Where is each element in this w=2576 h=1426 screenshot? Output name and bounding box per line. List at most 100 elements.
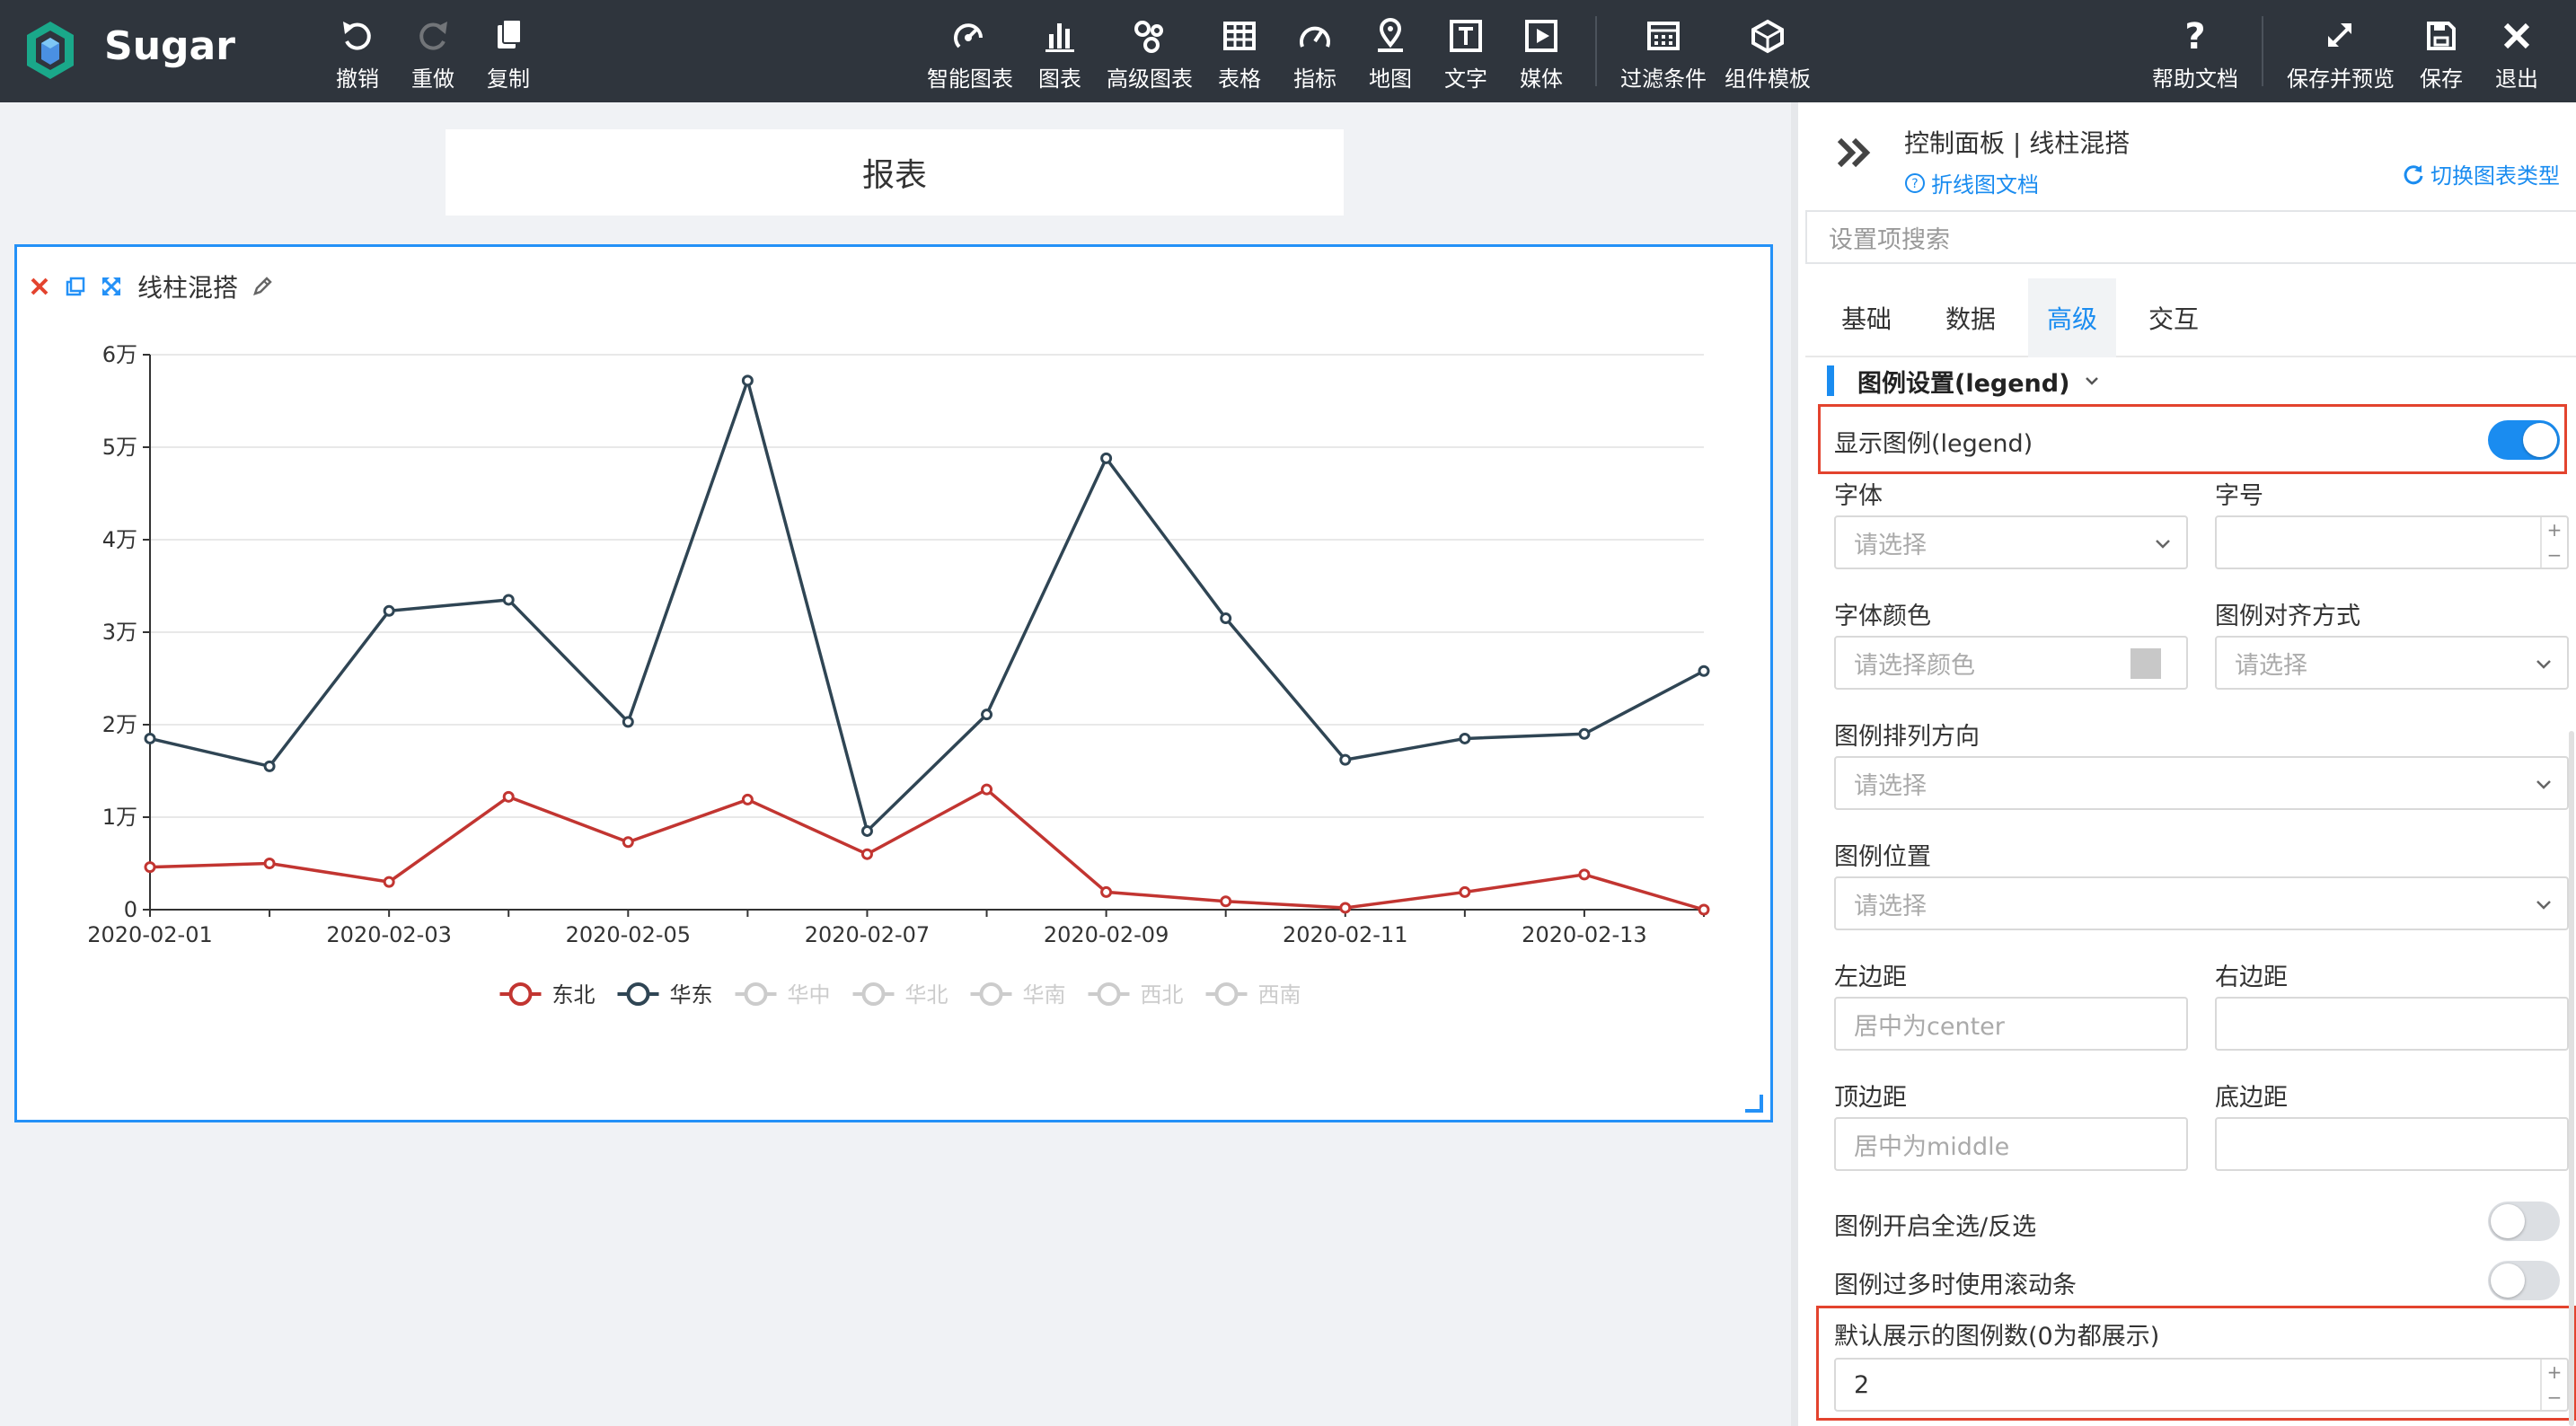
tab-advanced[interactable]: 高级 (2028, 278, 2116, 357)
top-toolbar: Sugar 撤销 重做 复制 智能图表 图表 高级图表 表格 指标 地图 文字 (0, 0, 2576, 102)
advanced-chart-button[interactable]: 高级图表 (1107, 16, 1193, 92)
media-button[interactable]: 媒体 (1520, 16, 1563, 92)
resize-handle[interactable] (1745, 1095, 1763, 1113)
data-point (1459, 885, 1471, 898)
help-icon: ? (2184, 16, 2205, 56)
copy-icon (498, 19, 522, 48)
copy-button[interactable]: 复制 (487, 16, 530, 92)
text-label: 文字 (1444, 66, 1487, 92)
font-label: 字体 (1834, 482, 1883, 510)
legend-item[interactable]: 华北 (905, 982, 948, 1008)
data-point (383, 876, 395, 888)
x-tick-label: 2020-02-01 (87, 922, 212, 947)
map-button[interactable]: 地图 (1369, 16, 1412, 92)
font-color-picker[interactable]: 请选择颜色 (1834, 636, 2188, 690)
font-select[interactable]: 请选择 (1834, 515, 2188, 569)
data-point (1220, 612, 1232, 625)
report-canvas: 报表 0 1万 2万 3万 4万 5万 6万 2020-02-01 2020-02-03 2020… (0, 102, 1791, 1426)
right-margin-input[interactable] (2215, 997, 2569, 1051)
legend-position-label: 图例位置 (1834, 843, 1931, 871)
redo-label: 重做 (411, 66, 454, 92)
font-size-input[interactable]: + − (2215, 515, 2569, 569)
data-point (502, 594, 515, 606)
duplicate-icon[interactable] (64, 275, 87, 298)
color-swatch[interactable] (2130, 648, 2161, 679)
scrollbar-toggle[interactable] (2488, 1261, 2560, 1300)
svg-text:?: ? (1911, 177, 1918, 191)
report-title[interactable]: 报表 (446, 129, 1344, 216)
text-button[interactable]: 文字 (1444, 16, 1487, 92)
smart-chart-icon (954, 23, 983, 48)
legend-orient-select[interactable]: 请选择 (1834, 756, 2569, 810)
legend-marker (508, 982, 533, 1006)
bottom-margin-input[interactable] (2215, 1117, 2569, 1171)
fullscreen-icon[interactable] (100, 275, 123, 298)
smart-chart-button[interactable]: 智能图表 (927, 16, 1013, 92)
refresh-icon (2404, 164, 2423, 184)
font-size-stepper[interactable]: + − (2540, 517, 2567, 568)
legend-item[interactable]: 华南 (1023, 982, 1066, 1008)
redo-button[interactable]: 重做 (411, 16, 454, 92)
close-icon (2503, 22, 2530, 49)
legend-item[interactable]: 西北 (1141, 982, 1184, 1008)
data-point (1459, 732, 1471, 744)
edit-pencil-icon[interactable] (251, 275, 274, 298)
legend-align-select[interactable]: 请选择 (2215, 636, 2569, 690)
delete-icon[interactable] (28, 275, 51, 298)
data-point (860, 824, 873, 837)
expand-icon (2328, 23, 2351, 47)
legend-align-label: 图例对齐方式 (2215, 603, 2360, 630)
legend-position-select[interactable]: 请选择 (1834, 876, 2569, 930)
exit-button[interactable]: 退出 (2495, 16, 2538, 92)
table-button[interactable]: 表格 (1218, 16, 1261, 92)
chart-widget[interactable]: 0 1万 2万 3万 4万 5万 6万 2020-02-01 2020-02-03 2020-02… (14, 244, 1773, 1122)
tab-interaction[interactable]: 交互 (2127, 278, 2220, 357)
left-margin-input[interactable]: 居中为center (1834, 997, 2188, 1051)
collapse-panel-icon[interactable] (1834, 135, 1875, 171)
tab-basic[interactable]: 基础 (1820, 278, 1913, 357)
question-circle-icon: ? (1905, 172, 1925, 193)
undo-button[interactable]: 撤销 (336, 16, 379, 92)
filter-label: 过滤条件 (1620, 66, 1707, 92)
chart-button[interactable]: 图表 (1038, 16, 1081, 92)
font-size-label: 字号 (2215, 482, 2263, 510)
settings-search-input[interactable]: 设置项搜索 (1805, 210, 2576, 264)
show-legend-toggle[interactable] (2488, 420, 2560, 460)
filter-icon (1647, 22, 1680, 50)
font-select-placeholder: 请选择 (1854, 531, 1927, 559)
default-count-label: 默认展示的图例数(0为都展示) (1834, 1323, 2160, 1351)
filter-button[interactable]: 过滤条件 (1620, 16, 1707, 92)
select-all-toggle[interactable] (2488, 1202, 2560, 1241)
toolbar-divider (1595, 16, 1597, 86)
font-color-label: 字体颜色 (1834, 603, 1931, 630)
svg-text:?: ? (2184, 16, 2205, 56)
default-count-input[interactable]: 2 + − (1834, 1358, 2569, 1412)
top-margin-input[interactable]: 居中为middle (1834, 1117, 2188, 1171)
panel-scrollbar[interactable] (2569, 731, 2574, 1426)
legend-item[interactable]: 东北 (552, 982, 595, 1008)
default-count-stepper[interactable]: + − (2540, 1360, 2567, 1410)
legend-item[interactable]: 西南 (1258, 982, 1301, 1008)
line-chart-doc-link[interactable]: ? 折线图文档 (1904, 167, 2039, 198)
switch-chart-type-link[interactable]: 切换图表类型 (2402, 158, 2560, 189)
data-point (263, 760, 276, 772)
x-tick-label: 2020-02-05 (566, 922, 691, 947)
template-label: 组件模板 (1725, 66, 1811, 92)
data-point (622, 836, 634, 849)
legend-item[interactable]: 华东 (670, 982, 713, 1008)
tab-data[interactable]: 数据 (1924, 278, 2017, 357)
legend-section-header[interactable]: 图例设置(legend) (1827, 363, 2102, 399)
help-doc-button[interactable]: ? 帮助文档 (2152, 16, 2238, 92)
table-label: 表格 (1218, 66, 1261, 92)
x-tick-label: 2020-02-09 (1044, 922, 1169, 947)
section-accent (1827, 365, 1834, 396)
legend-item[interactable]: 华中 (788, 982, 831, 1008)
x-tick-label: 2020-02-07 (805, 922, 930, 947)
metric-button[interactable]: 指标 (1293, 16, 1337, 92)
data-point (1698, 903, 1710, 916)
save-preview-button[interactable]: 保存并预览 (2287, 16, 2395, 92)
template-button[interactable]: 组件模板 (1725, 16, 1811, 92)
data-point (1578, 868, 1591, 881)
x-tick-label: 2020-02-03 (326, 922, 451, 947)
save-button[interactable]: 保存 (2420, 16, 2463, 92)
